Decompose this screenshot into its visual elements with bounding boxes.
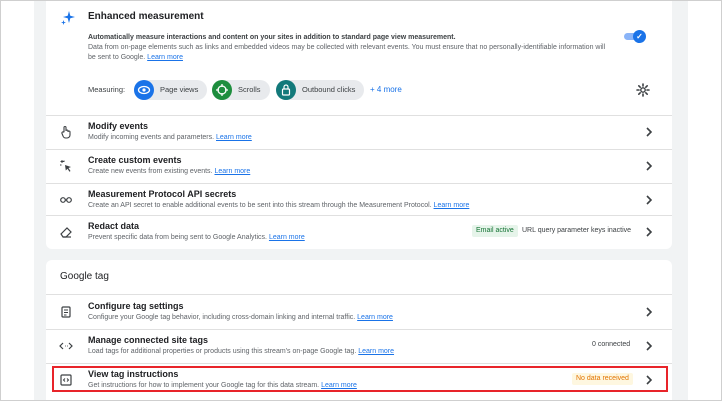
row-description: Create an API secret to enable additiona… [88,202,469,209]
chevron-right-icon [644,225,654,239]
row-manage-connected-site-tags[interactable]: Manage connected site tags Load tags for… [46,329,672,363]
status-url-query-inactive: URL query parameter keys inactive [522,227,632,234]
pill-outbound-clicks: Outbound clicks [276,80,365,100]
measuring-label: Measuring: [88,85,126,94]
checkmark-icon: ✓ [633,30,646,43]
divider [46,363,672,364]
learn-more-link[interactable]: Learn more [321,382,357,389]
divider [46,215,672,216]
row-description: Modify incoming events and parameters. L… [88,134,252,141]
row-description: Load tags for additional properties or p… [88,348,394,355]
row-redact-data[interactable]: Redact data Prevent specific data from b… [46,215,672,249]
chevron-right-icon [644,305,654,319]
row-title: Manage connected site tags [88,335,209,345]
divider [46,329,672,330]
chevron-right-icon [644,125,654,139]
row-title: Create custom events [88,155,182,165]
row-view-tag-instructions[interactable]: View tag instructions Get instructions f… [46,363,672,397]
crosshair-icon [212,80,232,100]
divider [46,115,672,116]
learn-more-link[interactable]: Learn more [147,54,183,61]
row-measurement-protocol[interactable]: Measurement Protocol API secrets Create … [46,183,672,217]
learn-more-link[interactable]: Learn more [216,134,252,141]
divider [46,149,672,150]
enhanced-measurement-summary: Automatically measure interactions and c… [88,34,456,41]
enhanced-measurement-title: Enhanced measurement [88,11,204,22]
eraser-icon [59,225,73,239]
status-badge-email-active: Email active [472,225,518,237]
sparkle-icon [60,10,76,26]
learn-more-link[interactable]: Learn more [358,348,394,355]
code-box-icon [59,373,73,387]
row-description: Create new events from existing events. … [88,168,250,175]
row-desc-text: Prevent specific data from being sent to… [88,234,267,241]
row-description: Prevent specific data from being sent to… [88,234,305,241]
enhanced-measurement-description: Data from on-page elements such as links… [88,43,608,62]
row-configure-tag-settings[interactable]: Configure tag settings Configure your Go… [46,295,672,329]
row-create-custom-events[interactable]: Create custom events Create new events f… [46,149,672,183]
row-modify-events[interactable]: Modify events Modify incoming events and… [46,115,672,149]
lock-icon [276,80,296,100]
pill-label: Scrolls [238,85,261,94]
gear-icon[interactable] [636,83,650,97]
enhanced-measurement-toggle[interactable]: ✓ [624,30,646,43]
row-title: View tag instructions [88,369,179,379]
learn-more-link[interactable]: Learn more [214,168,250,175]
row-description: Get instructions for how to implement yo… [88,382,357,389]
chevron-right-icon [644,339,654,353]
sparkle-click-icon [59,159,73,173]
pill-scrolls: Scrolls [212,80,270,100]
row-desc-text: Modify incoming events and parameters. [88,134,215,141]
row-desc-text: Configure your Google tag behavior, incl… [88,314,356,321]
learn-more-link[interactable]: Learn more [269,234,305,241]
chevron-right-icon [644,373,654,387]
row-title: Configure tag settings [88,301,184,311]
row-desc-text: Create an API secret to enable additiona… [88,202,432,209]
divider [46,183,672,184]
learn-more-link[interactable]: Learn more [434,202,470,209]
row-desc-text: Get instructions for how to implement yo… [88,382,320,389]
row-title: Redact data [88,221,140,231]
row-title: Modify events [88,121,149,131]
pill-label: Outbound clicks [302,85,356,94]
key-icon [59,193,73,207]
status-badge-no-data: No data received [572,373,633,385]
eye-icon [134,80,154,100]
chevron-right-icon [644,159,654,173]
pill-page-views: Page views [134,80,208,100]
learn-more-link[interactable]: Learn more [357,314,393,321]
google-tag-heading: Google tag [60,271,109,282]
row-desc-text: Create new events from existing events. [88,168,213,175]
chevron-right-icon [644,193,654,207]
row-title: Measurement Protocol API secrets [88,189,237,199]
tag-icon [59,305,73,319]
code-arrows-icon [59,339,73,353]
connected-count: 0 connected [592,341,631,348]
more-link[interactable]: + 4 more [370,85,402,94]
touch-icon [59,125,73,139]
pill-label: Page views [160,85,199,94]
row-description: Configure your Google tag behavior, incl… [88,314,393,321]
row-desc-text: Load tags for additional properties or p… [88,348,357,355]
